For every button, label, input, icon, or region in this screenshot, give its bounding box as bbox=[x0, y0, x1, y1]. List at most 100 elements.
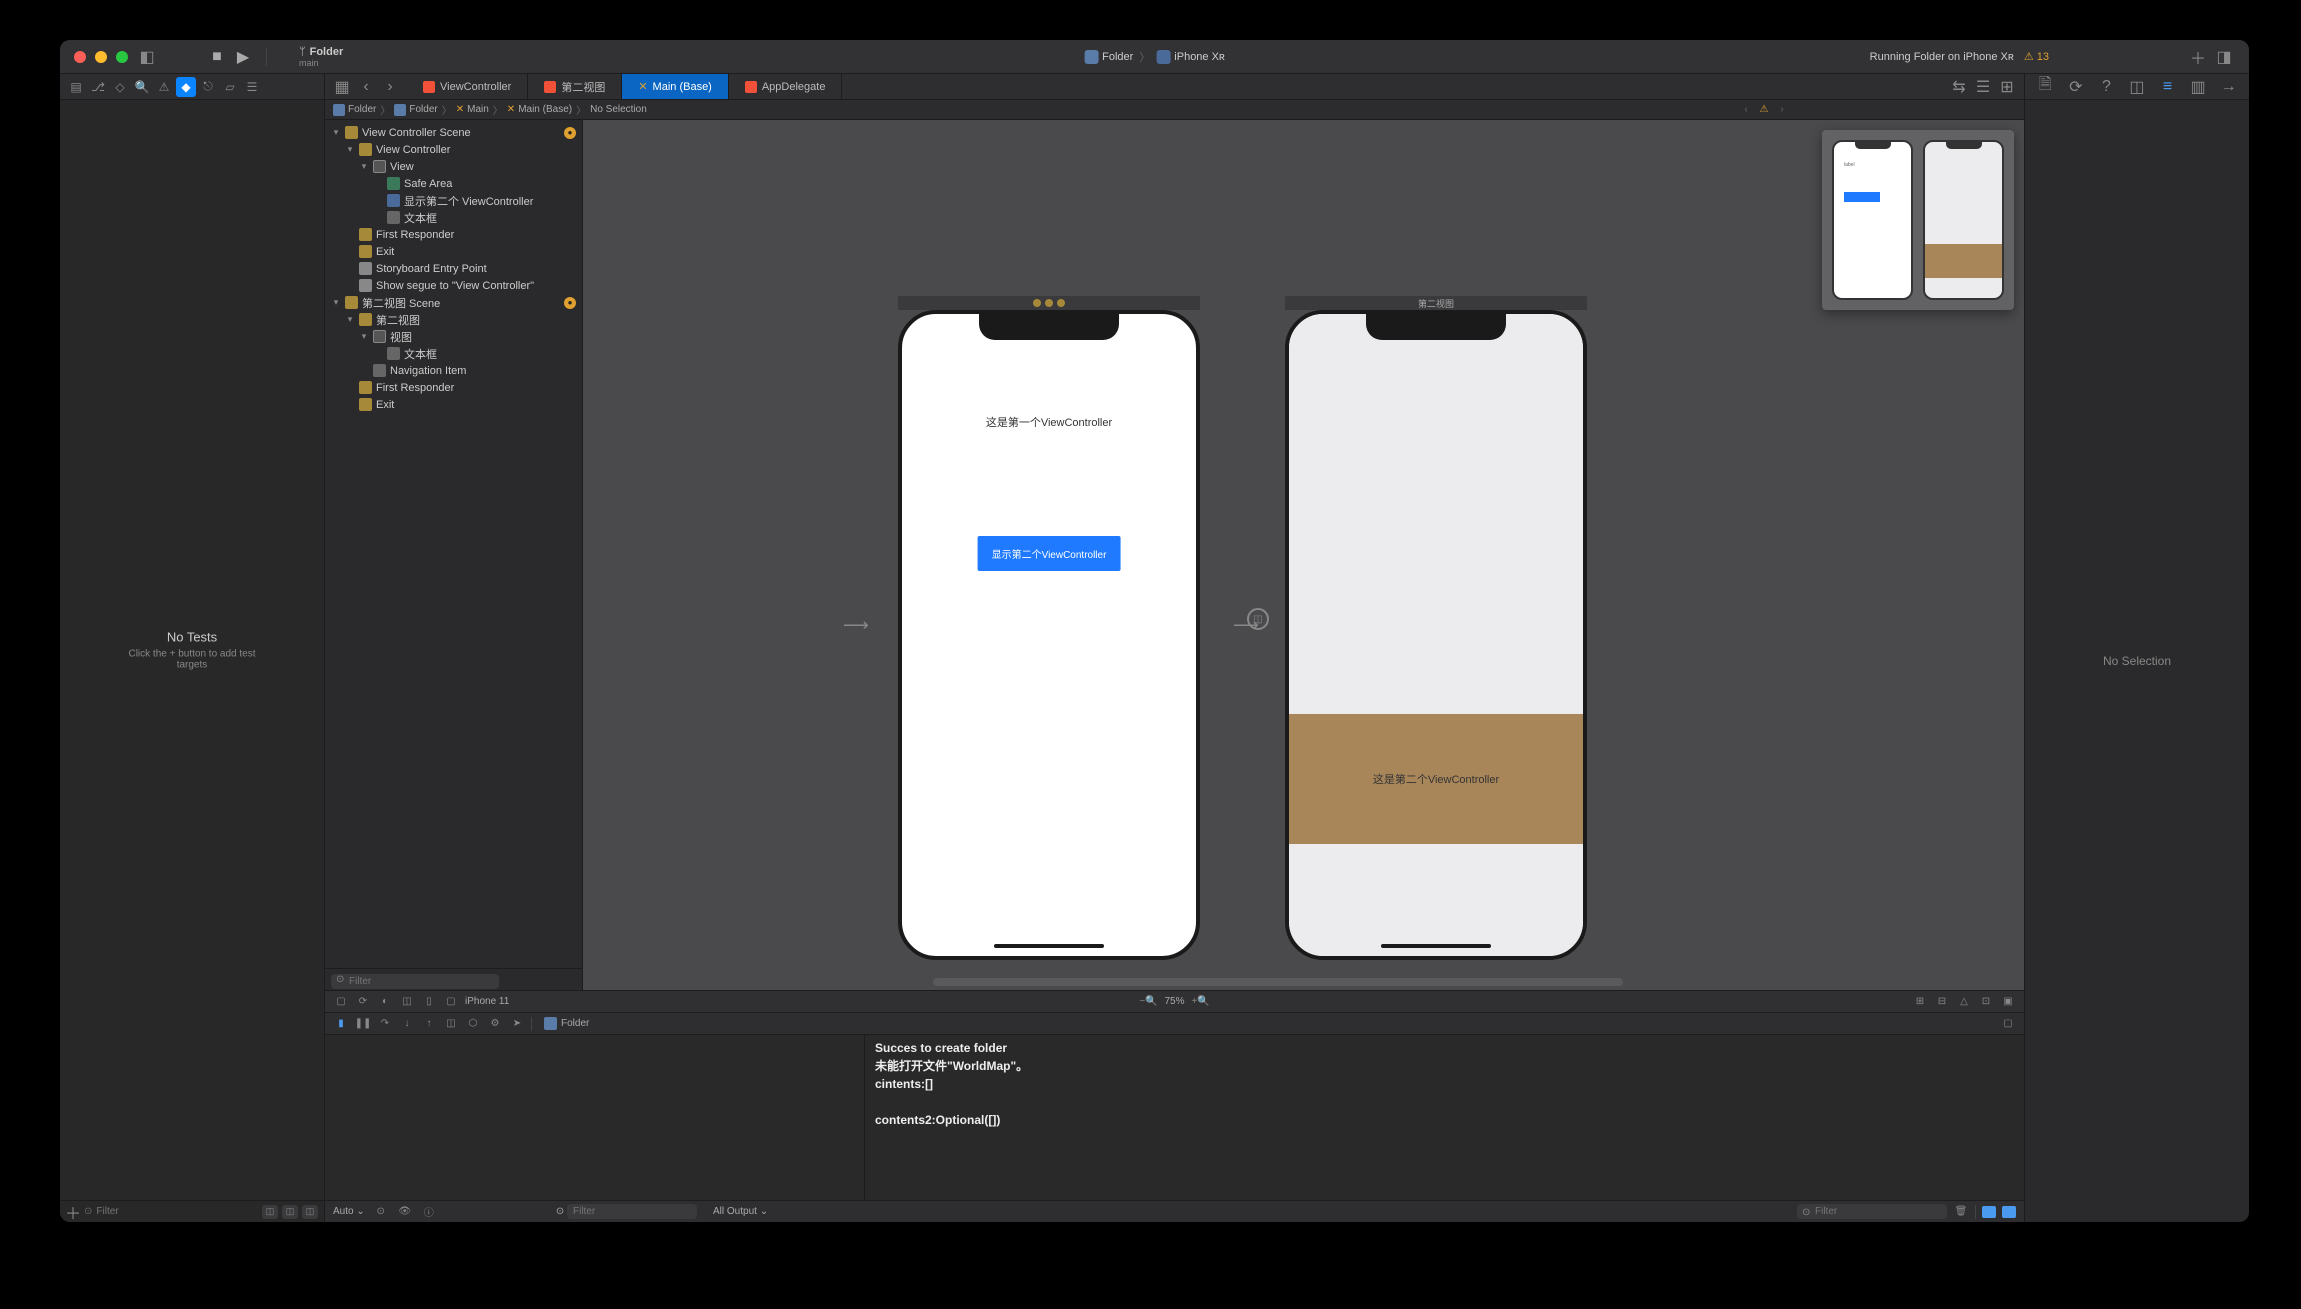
outline-row[interactable]: 显示第二个 ViewController bbox=[325, 192, 582, 209]
phone-frame-1[interactable]: 这是第一个ViewController 显示第二个ViewController bbox=[898, 310, 1200, 960]
segue-kind-icon[interactable]: ◫ bbox=[1247, 608, 1269, 630]
test-navigator-tab[interactable]: ◆ bbox=[176, 77, 196, 97]
breakpoint-navigator-tab[interactable]: ▱ bbox=[220, 77, 240, 97]
outline-row[interactable]: Safe Area bbox=[325, 175, 582, 192]
toggle-navigator-icon[interactable]: ◧ bbox=[136, 46, 158, 68]
file-inspector-tab[interactable]: 🗎 bbox=[2034, 76, 2056, 98]
device-config-icon[interactable]: ▢ bbox=[333, 995, 349, 1009]
navigator-filter-input[interactable] bbox=[96, 1206, 258, 1217]
debug-target[interactable]: Folder bbox=[544, 1017, 589, 1030]
disclosure-arrow[interactable]: ▾ bbox=[345, 314, 355, 325]
canvas-device-label[interactable]: iPhone 11 bbox=[465, 996, 509, 1007]
outline-row[interactable]: ▾View Controller Scene● bbox=[325, 124, 582, 141]
scheme-selector[interactable]: Folder 〉 iPhone Xʀ bbox=[1084, 49, 1225, 65]
outline-row[interactable]: 文本框 bbox=[325, 209, 582, 226]
warnings-badge[interactable]: ⚠ 13 bbox=[2024, 50, 2049, 63]
scope-button-1[interactable]: ◫ bbox=[262, 1205, 278, 1219]
add-editor-icon[interactable]: ⊞ bbox=[1996, 76, 2018, 98]
vars-eye-icon[interactable]: 👁 bbox=[397, 1205, 413, 1219]
phone-frame-2[interactable]: 这是第二个ViewController bbox=[1285, 310, 1587, 960]
memory-graph-icon[interactable]: ⬡ bbox=[465, 1017, 481, 1031]
related-items-icon[interactable]: ▦ bbox=[331, 76, 353, 98]
canvas-scrollbar[interactable] bbox=[933, 978, 1623, 986]
file-tab-1[interactable]: 第二视图 bbox=[528, 74, 622, 99]
minimize-window-button[interactable] bbox=[95, 51, 107, 63]
stack-icon[interactable]: ▣ bbox=[2000, 995, 2016, 1009]
pin-icon[interactable]: ⊟ bbox=[1934, 995, 1950, 1009]
disclosure-arrow[interactable]: ▾ bbox=[345, 144, 355, 155]
console-filter-input[interactable] bbox=[1797, 1204, 1947, 1219]
zoom-level[interactable]: 75% bbox=[1164, 996, 1184, 1007]
outline-row[interactable]: ▾视图 bbox=[325, 328, 582, 345]
environment-icon[interactable]: ⚙ bbox=[487, 1017, 503, 1031]
adjust-editor-icon[interactable]: ☰ bbox=[1972, 76, 1994, 98]
size-inspector-tab[interactable]: ▥ bbox=[2187, 76, 2209, 98]
file-tab-3[interactable]: AppDelegate bbox=[729, 74, 843, 99]
find-navigator-tab[interactable]: 🔍 bbox=[132, 77, 152, 97]
branch-info[interactable]: ᛘFolder main bbox=[299, 46, 343, 68]
close-window-button[interactable] bbox=[74, 51, 86, 63]
warning-icon[interactable]: ● bbox=[564, 127, 576, 139]
breadcrumb[interactable]: Folder 〉 Folder 〉 ✕Main 〉 ✕Main (Base) 〉… bbox=[325, 100, 2024, 120]
zoom-in-icon[interactable]: +🔍 bbox=[1193, 995, 1209, 1009]
symbol-navigator-tab[interactable]: ◇ bbox=[110, 77, 130, 97]
connections-inspector-tab[interactable]: → bbox=[2218, 76, 2240, 98]
debug-navigator-tab[interactable]: ⎋ bbox=[198, 77, 218, 97]
view-debug-icon[interactable]: ◫ bbox=[443, 1017, 459, 1031]
window-traffic-lights[interactable] bbox=[74, 51, 128, 63]
run-button[interactable]: ▶ bbox=[232, 46, 254, 68]
attributes-inspector-tab[interactable]: ≡ bbox=[2157, 76, 2179, 98]
auto-scope[interactable]: Auto ⌄ bbox=[333, 1206, 365, 1217]
toggle-console-pane[interactable] bbox=[2002, 1206, 2016, 1218]
step-over-icon[interactable]: ↷ bbox=[377, 1017, 393, 1031]
outline-row[interactable]: ▾View bbox=[325, 158, 582, 175]
console-output[interactable]: Succes to create folder 未能打开文件"WorldMap"… bbox=[865, 1035, 2024, 1200]
trash-icon[interactable]: 🗑 bbox=[1953, 1205, 1969, 1219]
code-review-icon[interactable]: ⇆ bbox=[1948, 76, 1970, 98]
scene-header-2[interactable]: 第二视图 bbox=[1285, 296, 1587, 310]
constraints-icon[interactable]: ◫ bbox=[399, 995, 415, 1009]
library-button[interactable]: ＋ bbox=[2187, 46, 2209, 68]
nav-back-button[interactable]: ‹ bbox=[355, 76, 377, 98]
scope-button-3[interactable]: ◫ bbox=[302, 1205, 318, 1219]
file-tab-2[interactable]: ✕Main (Base) bbox=[622, 74, 729, 99]
outline-row[interactable]: Exit bbox=[325, 243, 582, 260]
device-type-icon[interactable]: ▢ bbox=[443, 995, 459, 1009]
identity-inspector-tab[interactable]: ◫ bbox=[2126, 76, 2148, 98]
outline-row[interactable]: ▾View Controller bbox=[325, 141, 582, 158]
orientation-icon[interactable]: ⟳ bbox=[355, 995, 371, 1009]
outline-row[interactable]: ▾第二视图 Scene● bbox=[325, 294, 582, 311]
outline-filter-input[interactable] bbox=[331, 974, 499, 989]
vars-filter-icon[interactable]: ⊙ bbox=[373, 1205, 389, 1219]
zoom-out-icon[interactable]: −🔍 bbox=[1140, 995, 1156, 1009]
toggle-breakpoints-icon[interactable]: ▮ bbox=[333, 1017, 349, 1031]
toggle-vars-pane[interactable] bbox=[1982, 1206, 1996, 1218]
outline-row[interactable]: Show segue to "View Controller" bbox=[325, 277, 582, 294]
add-button[interactable]: ＋ bbox=[66, 1201, 80, 1223]
outline-row[interactable]: First Responder bbox=[325, 226, 582, 243]
nav-back-small[interactable]: ‹ bbox=[1738, 103, 1754, 117]
location-icon[interactable]: ➤ bbox=[509, 1017, 525, 1031]
vc1-show-button[interactable]: 显示第二个ViewController bbox=[978, 536, 1121, 571]
layout-icon[interactable]: ▯ bbox=[421, 995, 437, 1009]
disclosure-arrow[interactable]: ▾ bbox=[359, 331, 369, 342]
resolve-icon[interactable]: △ bbox=[1956, 995, 1972, 1009]
history-inspector-tab[interactable]: ⟳ bbox=[2065, 76, 2087, 98]
zoom-window-button[interactable] bbox=[116, 51, 128, 63]
appearance-icon[interactable]: ◐ bbox=[377, 995, 393, 1009]
issue-indicator-icon[interactable]: ⚠ bbox=[1756, 103, 1772, 117]
scope-button-2[interactable]: ◫ bbox=[282, 1205, 298, 1219]
disclosure-arrow[interactable]: ▾ bbox=[331, 127, 341, 138]
disclosure-arrow[interactable]: ▾ bbox=[331, 297, 341, 308]
disclosure-arrow[interactable]: ▾ bbox=[359, 161, 369, 172]
warning-icon[interactable]: ● bbox=[564, 297, 576, 309]
vars-info-icon[interactable]: ⓘ bbox=[421, 1205, 437, 1219]
nav-fwd-small[interactable]: › bbox=[1774, 103, 1790, 117]
interface-builder-canvas[interactable]: ⟶ 这是第一个ViewController 显示第二个ViewControlle… bbox=[583, 120, 2024, 990]
output-scope[interactable]: All Output ⌄ bbox=[713, 1206, 768, 1217]
report-navigator-tab[interactable]: ☰ bbox=[242, 77, 262, 97]
outline-row[interactable]: Storyboard Entry Point bbox=[325, 260, 582, 277]
canvas-minimap[interactable]: label bbox=[1822, 130, 2014, 310]
step-out-icon[interactable]: ↑ bbox=[421, 1017, 437, 1031]
help-inspector-tab[interactable]: ? bbox=[2095, 76, 2117, 98]
